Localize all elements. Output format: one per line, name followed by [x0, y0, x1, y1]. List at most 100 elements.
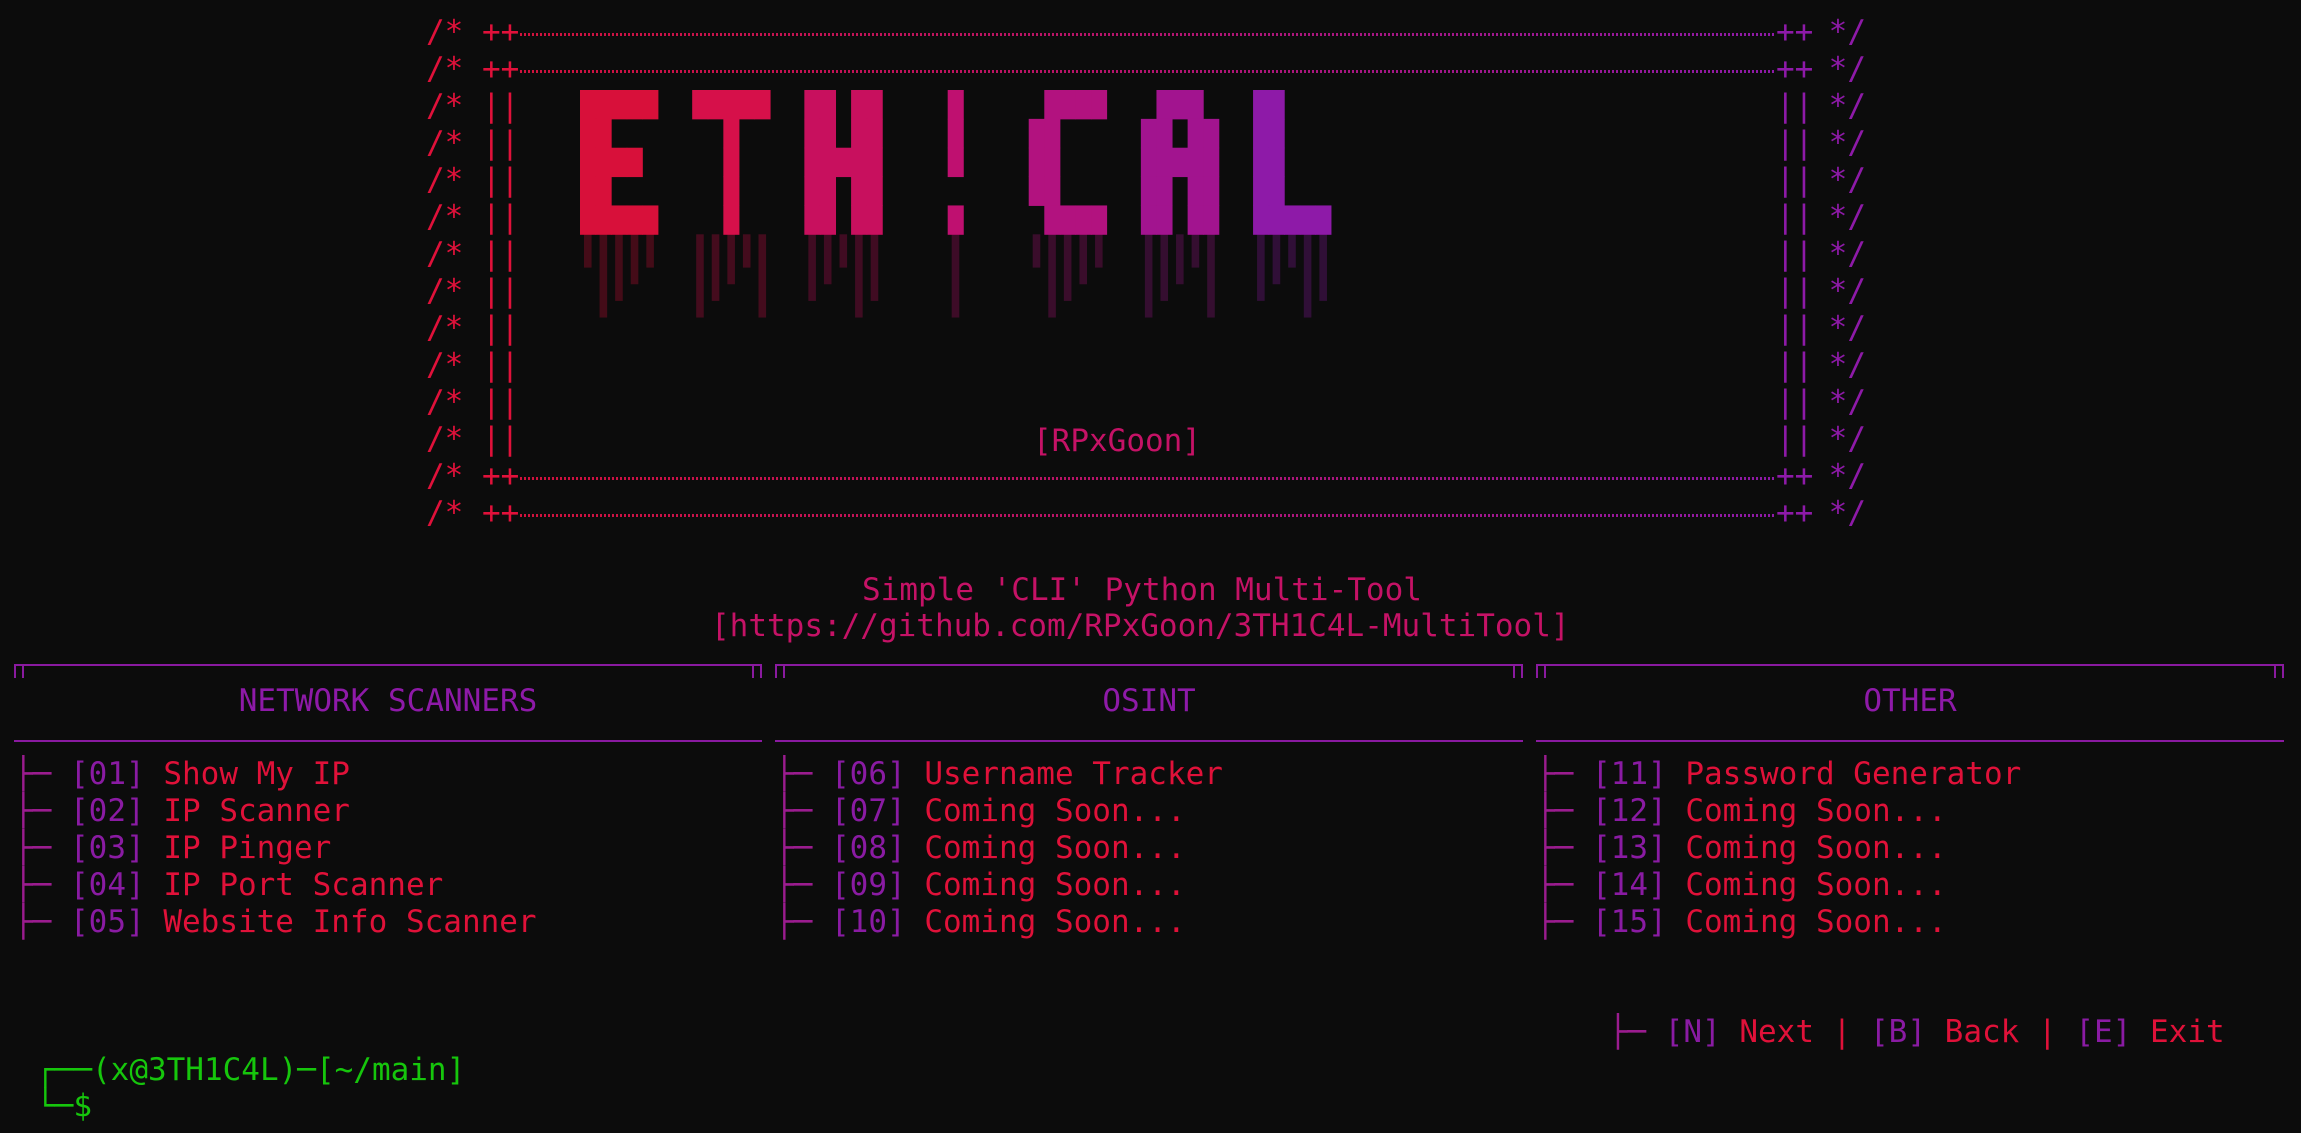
comment-open: /*: [426, 236, 482, 272]
comment-open: /*: [426, 384, 482, 420]
border-side-right: ||: [1776, 125, 1814, 161]
logo-block: [1253, 205, 1270, 235]
logo-block: [851, 176, 868, 206]
next-option[interactable]: Next: [1739, 1014, 1814, 1050]
border-side-left: ||: [482, 162, 520, 198]
logo-drip: [630, 234, 639, 285]
logo-drip: [1257, 234, 1265, 301]
menu-item-label: Coming Soon...: [1685, 904, 1947, 940]
logo-block: [1044, 205, 1061, 235]
comment-open: /*: [426, 125, 482, 161]
menu-item-number: [08]: [831, 830, 906, 866]
tree-branch: ├─: [1536, 830, 1592, 866]
menu-item-label: Coming Soon...: [924, 904, 1186, 940]
logo-block: [1044, 147, 1061, 178]
logo-block: [1059, 205, 1076, 235]
comment-close: */: [1810, 51, 1866, 87]
logo-block: [835, 147, 852, 178]
comment-open: /*: [426, 199, 482, 235]
tree-branch: ├─: [14, 830, 70, 866]
menu-item-number: [12]: [1592, 793, 1667, 829]
menu-item[interactable]: ├─ [14] Coming Soon...: [1536, 867, 1947, 904]
menu-item[interactable]: ├─ [10] Coming Soon...: [775, 904, 1186, 941]
comment-close: */: [1810, 162, 1866, 198]
logo-block: [804, 147, 821, 178]
menu-item[interactable]: ├─ [12] Coming Soon...: [1536, 793, 1947, 830]
comment-close: */: [1810, 14, 1866, 50]
section-header-other: OTHER: [1536, 664, 2284, 742]
logo-block: [1253, 118, 1270, 149]
logo-block: [723, 205, 740, 235]
logo-block: [1091, 90, 1108, 120]
logo-drip: [1303, 234, 1312, 318]
logo-block: [1156, 205, 1173, 235]
logo-block: [851, 90, 868, 120]
border-side-right: ||: [1776, 347, 1814, 383]
menu-item-label: Username Tracker: [924, 756, 1223, 792]
logo-block: [723, 118, 740, 149]
logo-block: [1187, 147, 1204, 178]
subtitle-github-link[interactable]: [https://github.com/RPxGoon/3TH1C4L-Mult…: [711, 608, 1570, 645]
menu-item-label: Website Info Scanner: [163, 904, 537, 940]
exit-option[interactable]: Exit: [2150, 1014, 2225, 1050]
comment-close: */: [1810, 88, 1866, 124]
back-option[interactable]: Back: [1945, 1014, 2020, 1050]
menu-item[interactable]: ├─ [08] Coming Soon...: [775, 830, 1186, 867]
border-line: [520, 477, 1776, 480]
logo-block: [1172, 90, 1189, 120]
border-corner-right: ++: [1776, 458, 1814, 494]
logo-block: [851, 205, 868, 235]
logo-block: [1028, 147, 1045, 178]
menu-item[interactable]: ├─ [03] IP Pinger: [14, 830, 331, 867]
logo-block: [1284, 205, 1301, 235]
prompt-input-line[interactable]: └─$: [36, 1088, 92, 1125]
menu-item[interactable]: ├─ [11] Password Generator: [1536, 756, 2021, 793]
comment-open: /*: [426, 88, 482, 124]
menu-item[interactable]: ├─ [05] Website Info Scanner: [14, 904, 537, 941]
back-key[interactable]: [B]: [1870, 1014, 1926, 1050]
logo-block: [1140, 176, 1157, 206]
logo-block: [1044, 176, 1061, 206]
border-side-right: ||: [1776, 162, 1814, 198]
logo-block: [804, 176, 821, 206]
menu-item[interactable]: ├─ [15] Coming Soon...: [1536, 904, 1947, 941]
menu-item-number: [01]: [70, 756, 145, 792]
logo-block: [866, 90, 883, 120]
logo-block: [595, 90, 612, 120]
terminal-window: /* */++ ++/* */++ ++/* */|| ||/* */|| ||/* *…: [0, 0, 2301, 1133]
menu-item[interactable]: ├─ [02] IP Scanner: [14, 793, 350, 830]
tree-branch: ├─: [775, 793, 831, 829]
logo-block: [947, 118, 964, 149]
logo-block: [1172, 147, 1189, 178]
menu-item[interactable]: ├─ [07] Coming Soon...: [775, 793, 1186, 830]
border-line: [520, 70, 1776, 73]
logo-block: [1140, 147, 1157, 178]
border-side-left: ||: [482, 384, 520, 420]
logo-drip: [599, 234, 608, 318]
menu-item[interactable]: ├─ [04] IP Port Scanner: [14, 867, 443, 904]
border-side-left: ||: [482, 199, 520, 235]
menu-item[interactable]: ├─ [13] Coming Soon...: [1536, 830, 1947, 867]
logo-block: [1044, 90, 1061, 120]
tree-branch: ├─: [14, 904, 70, 940]
menu-item[interactable]: ├─ [09] Coming Soon...: [775, 867, 1186, 904]
logo-drip: [808, 234, 816, 301]
logo-block: [595, 118, 612, 149]
exit-key[interactable]: [E]: [2075, 1014, 2131, 1050]
logo-block: [580, 90, 597, 120]
logo-block: [819, 205, 837, 235]
border-side-left: ||: [482, 421, 520, 457]
logo-block: [866, 147, 883, 178]
logo-block: [1044, 118, 1061, 149]
menu-item-number: [10]: [831, 904, 906, 940]
menu-item[interactable]: ├─ [06] Username Tracker: [775, 756, 1223, 793]
logo-block: [1187, 90, 1204, 120]
menu-item[interactable]: ├─ [01] Show My IP: [14, 756, 350, 793]
logo-drip: [1191, 234, 1200, 268]
logo-block: [1156, 147, 1173, 178]
next-key[interactable]: [N]: [1665, 1014, 1721, 1050]
section-header-network-scanners: NETWORK SCANNERS: [14, 664, 762, 742]
logo-drip: [1319, 234, 1327, 301]
tree-branch: ├─: [1536, 756, 1592, 792]
logo-block: [1268, 90, 1285, 120]
